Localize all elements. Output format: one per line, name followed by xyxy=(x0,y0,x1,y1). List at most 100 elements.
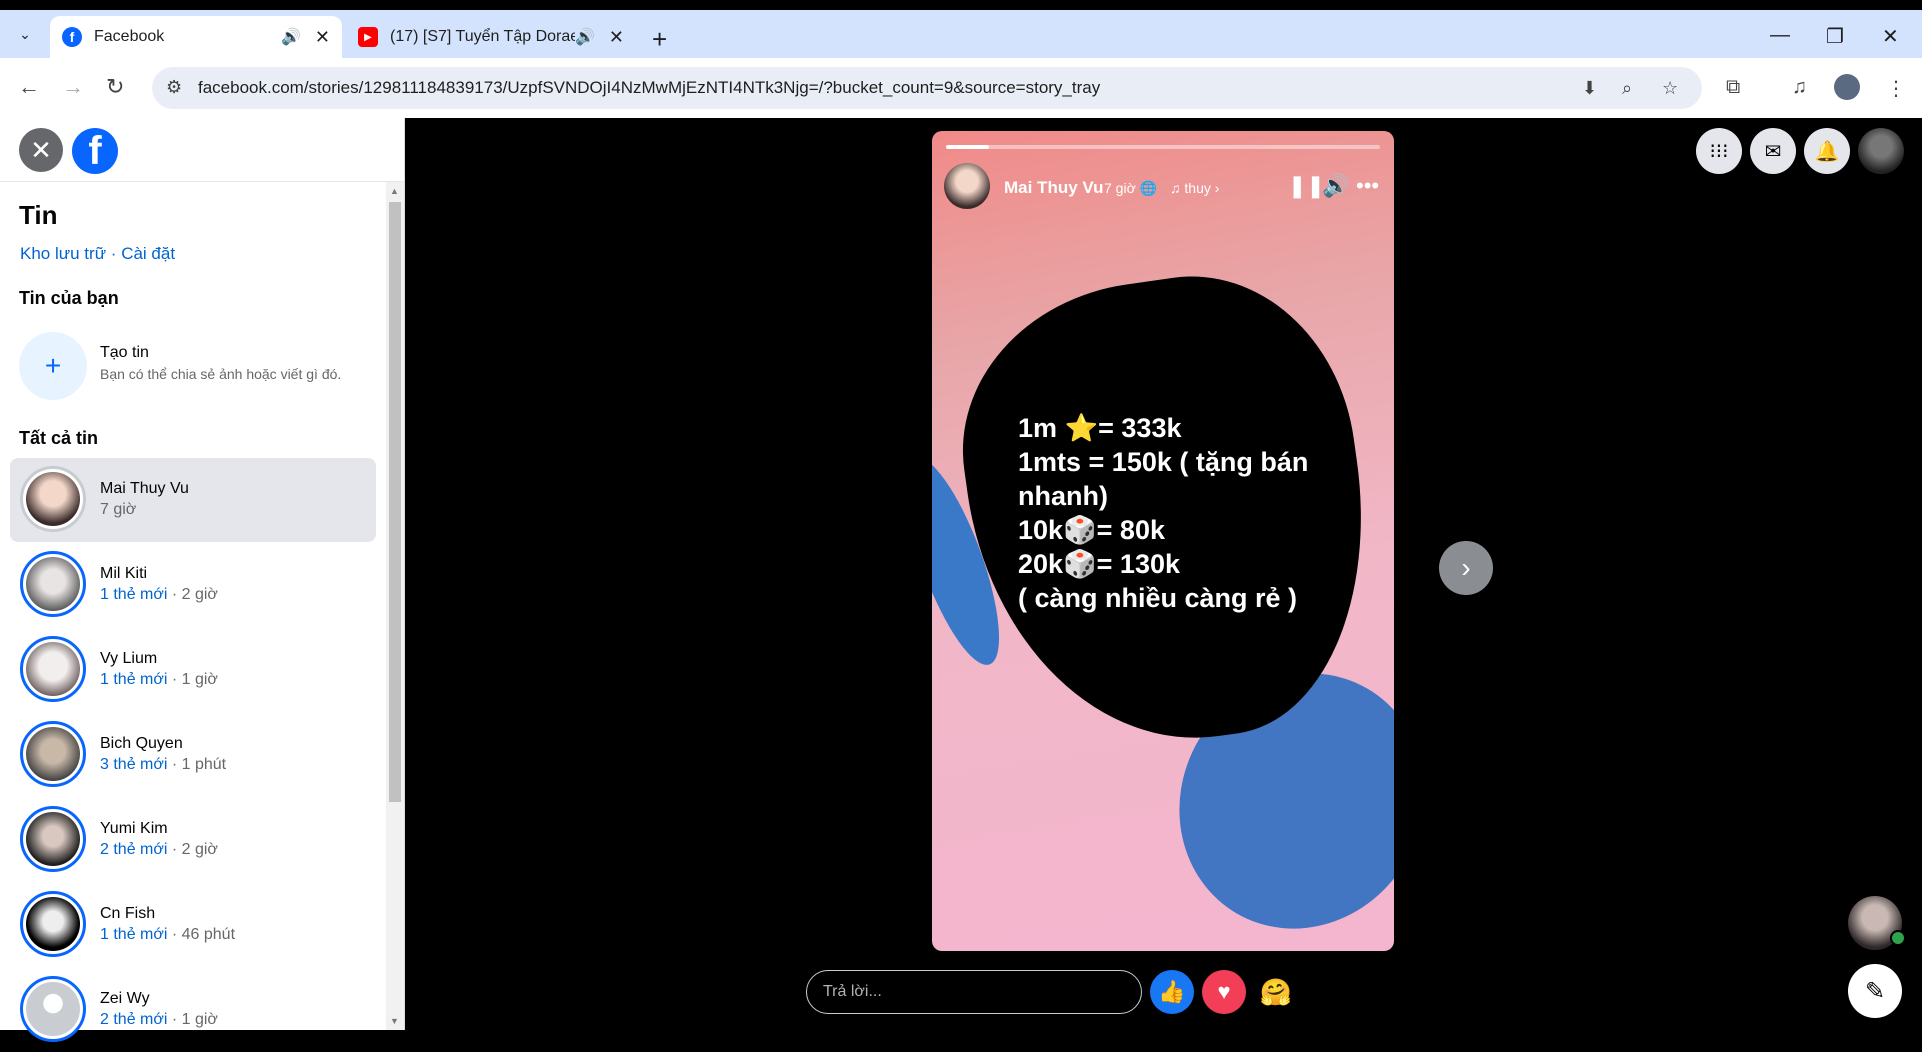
back-icon[interactable]: ← xyxy=(18,74,40,100)
messenger-icon[interactable]: ✉ xyxy=(1750,128,1796,174)
volume-icon[interactable]: 🔊 xyxy=(1322,173,1349,199)
story-meta: 1 thẻ mới · 2 giờ xyxy=(100,586,218,603)
profile-avatar[interactable] xyxy=(1834,74,1860,100)
story-line: ( càng nhiều càng rẻ ) xyxy=(1018,583,1298,613)
scroll-up-icon[interactable]: ▲ xyxy=(390,186,399,196)
story-meta: 3 thẻ mới · 1 phút xyxy=(100,756,227,773)
minimize-icon[interactable]: — xyxy=(1770,24,1790,47)
youtube-favicon-icon: ▶ xyxy=(358,27,378,47)
haha-reaction-icon[interactable]: 😆 xyxy=(1306,970,1350,1014)
story-item-mai-thuy-vu[interactable]: Mai Thuy Vu 7 giờ xyxy=(10,458,376,542)
wow-reaction-icon[interactable]: 😮 xyxy=(1358,970,1402,1014)
stories-sidebar: ✕ f ▲ ▼ Tin Kho lưu trữ · Cài đặt Tin củ… xyxy=(0,118,405,1042)
story-line: 1m ⭐= 333k xyxy=(1018,413,1182,443)
new-tab-icon[interactable]: + xyxy=(652,24,667,55)
scroll-thumb[interactable] xyxy=(389,202,401,802)
address-bar[interactable]: ⚙ facebook.com/stories/129811184839173/U… xyxy=(152,67,1702,109)
love-reaction-icon[interactable]: ♥ xyxy=(1202,970,1246,1014)
story-name: Vy Lium xyxy=(100,650,158,667)
story-item-mil-kiti[interactable]: Mil Kiti 1 thẻ mới · 2 giờ xyxy=(10,543,376,627)
speaker-icon[interactable]: 🔊 xyxy=(575,27,595,47)
story-text: 1m ⭐= 333k 1mts = 150k ( tặng bán nhanh)… xyxy=(1018,411,1308,615)
story-item-vy-lium[interactable]: Vy Lium 1 thẻ mới · 1 giờ xyxy=(10,628,376,712)
bell-icon[interactable]: 🔔 xyxy=(1804,128,1850,174)
story-item-yumi-kim[interactable]: Yumi Kim 2 thẻ mới · 2 giờ xyxy=(10,798,376,882)
story-card[interactable]: Mai Thuy Vu 7 giờ 🌐 ♫ thuy › ❚❚ 🔊 ••• 1m… xyxy=(932,131,1394,951)
all-stories-heading: Tất cả tin xyxy=(19,428,99,448)
sidebar-links: Kho lưu trữ · Cài đặt xyxy=(20,244,175,264)
more-options-icon[interactable]: ••• xyxy=(1356,173,1379,199)
extensions-icon[interactable]: ⧉ xyxy=(1726,76,1740,99)
online-status-dot xyxy=(1890,930,1906,946)
site-info-icon[interactable]: ⚙ xyxy=(166,77,182,98)
close-tab-icon[interactable]: ✕ xyxy=(609,27,624,48)
settings-link[interactable]: Cài đặt xyxy=(121,244,175,263)
tab-search-chevron-icon[interactable]: ⌄ xyxy=(10,20,40,48)
avatar xyxy=(20,551,86,617)
care-reaction-icon[interactable]: 🤗 xyxy=(1254,970,1298,1014)
url-text: facebook.com/stories/129811184839173/Uzp… xyxy=(198,78,1101,97)
avatar xyxy=(20,466,86,532)
menu-icon[interactable]: ⋮ xyxy=(1886,76,1906,101)
account-avatar[interactable] xyxy=(1858,128,1904,174)
story-time: 7 giờ xyxy=(100,501,137,518)
media-control-icon[interactable]: ♫ xyxy=(1792,76,1807,99)
pause-icon[interactable]: ❚❚ xyxy=(1288,173,1325,199)
story-line: 1mts = 150k ( tặng bán xyxy=(1018,447,1309,477)
window-top xyxy=(0,0,1922,10)
story-meta: 2 thẻ mới · 2 giờ xyxy=(100,841,218,858)
story-item-bich-quyen[interactable]: Bich Quyen 3 thẻ mới · 1 phút xyxy=(10,713,376,797)
story-name: Cn Fish xyxy=(100,905,156,922)
speaker-icon[interactable]: 🔊 xyxy=(281,27,301,47)
story-author-avatar[interactable] xyxy=(944,163,990,209)
story-progress-fill xyxy=(946,145,990,149)
sad-reaction-icon[interactable]: 😢 xyxy=(1410,970,1454,1014)
archive-link[interactable]: Kho lưu trữ xyxy=(20,244,106,263)
avatar xyxy=(20,721,86,787)
reply-input[interactable]: Trả lời... xyxy=(806,970,1142,1014)
story-name: Yumi Kim xyxy=(100,820,168,837)
create-story-subtitle: Bạn có thể chia sẻ ảnh hoặc viết gì đó. xyxy=(100,366,342,382)
sidebar-header: ✕ f xyxy=(0,118,404,182)
tab-strip: ⌄ f Facebook 🔊 ✕ ▶ (17) [S7] Tuyển Tập D… xyxy=(0,10,1922,58)
angry-reaction-icon[interactable]: 😡 xyxy=(1462,970,1506,1014)
globe-icon: 🌐 xyxy=(1139,180,1158,196)
browser-toolbar: ← → ↻ ⚙ facebook.com/stories/12981118483… xyxy=(0,58,1922,118)
story-line: nhanh) xyxy=(1018,481,1108,511)
avatar xyxy=(20,976,86,1042)
scrollbar[interactable]: ▲ ▼ xyxy=(386,182,404,1030)
install-app-icon[interactable]: ⬇ xyxy=(1582,78,1597,99)
your-stories-heading: Tin của bạn xyxy=(19,288,119,308)
story-author-name[interactable]: Mai Thuy Vu xyxy=(1004,178,1104,198)
facebook-favicon-icon: f xyxy=(62,27,82,47)
story-line: 20k🎲= 130k xyxy=(1018,549,1180,579)
close-icon[interactable]: ✕ xyxy=(19,128,63,172)
like-reaction-icon[interactable]: 👍 xyxy=(1150,970,1194,1014)
forward-icon[interactable]: → xyxy=(62,74,84,100)
window-close-icon[interactable]: ✕ xyxy=(1882,24,1899,49)
next-story-button[interactable]: › xyxy=(1439,541,1493,595)
restore-icon[interactable]: ❐ xyxy=(1826,24,1844,49)
create-story-plus-icon[interactable]: + xyxy=(19,332,87,400)
menu-grid-icon[interactable]: ⁝⁝⁝ xyxy=(1696,128,1742,174)
create-story-title[interactable]: Tạo tin xyxy=(100,344,149,362)
reload-icon[interactable]: ↻ xyxy=(106,74,124,100)
bookmark-star-icon[interactable]: ☆ xyxy=(1662,78,1678,99)
tab-facebook[interactable]: f Facebook 🔊 ✕ xyxy=(50,16,342,58)
facebook-logo-icon[interactable]: f xyxy=(72,128,118,174)
story-item-cn-fish[interactable]: Cn Fish 1 thẻ mới · 46 phút xyxy=(10,883,376,967)
story-meta: 1 thẻ mới · 46 phút xyxy=(100,926,236,943)
story-name: Mil Kiti xyxy=(100,565,148,582)
story-music[interactable]: ♫ thuy › xyxy=(1170,180,1219,196)
story-line: 10k🎲= 80k xyxy=(1018,515,1165,545)
zoom-icon[interactable]: ⌕ xyxy=(1622,78,1632,99)
tab-youtube[interactable]: ▶ (17) [S7] Tuyển Tập Doraem 🔊 ✕ xyxy=(346,16,636,58)
avatar xyxy=(20,891,86,957)
avatar xyxy=(20,636,86,702)
compose-message-icon[interactable]: ✎ xyxy=(1848,964,1902,1018)
close-tab-icon[interactable]: ✕ xyxy=(315,27,330,48)
story-item-zei-wy[interactable]: Zei Wy 2 thẻ mới · 1 giờ xyxy=(10,968,376,1052)
link-separator: · xyxy=(106,244,122,263)
story-name: Zei Wy xyxy=(100,990,150,1007)
scroll-down-icon[interactable]: ▼ xyxy=(390,1016,399,1026)
